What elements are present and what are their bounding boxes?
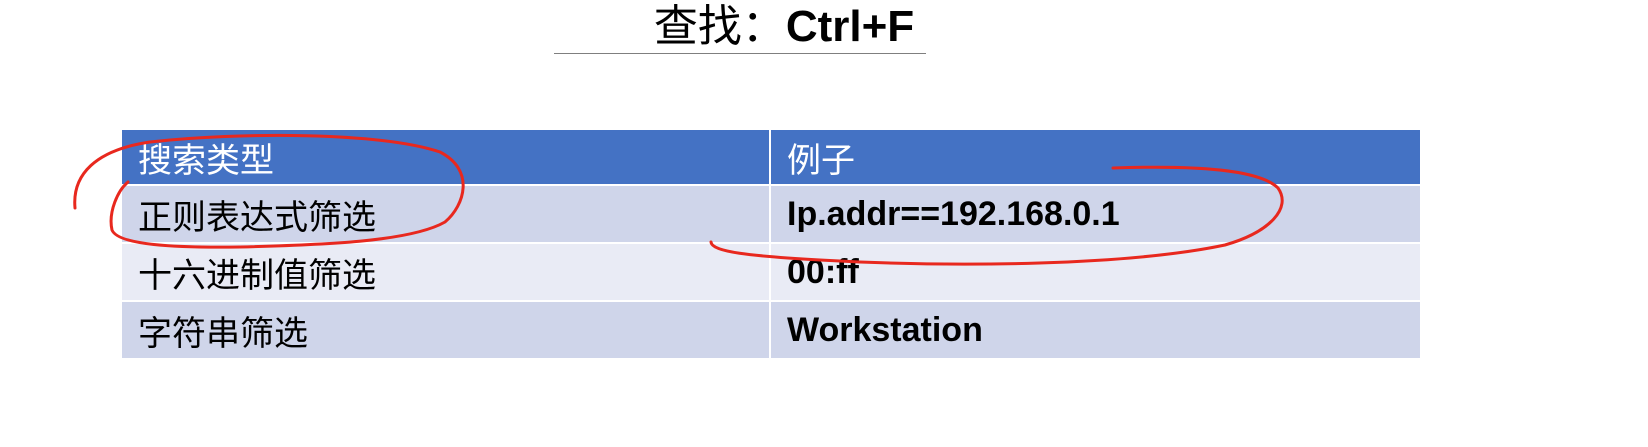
title-underline — [554, 53, 926, 54]
row-example-regex: Ip.addr==192.168.0.1 — [770, 185, 1420, 244]
table-row: 字符串筛选 Workstation — [122, 301, 1420, 360]
row-type-string: 字符串筛选 — [122, 301, 771, 360]
page-title: 查找：Ctrl+F — [0, 0, 1568, 54]
table-row: 正则表达式筛选 Ip.addr==192.168.0.1 — [122, 185, 1420, 244]
row-example-string: Workstation — [770, 301, 1420, 360]
row-type-hex: 十六进制值筛选 — [122, 243, 771, 302]
table-header-row: 搜索类型 例子 — [122, 130, 1420, 186]
row-example-hex: 00:ff — [770, 243, 1420, 302]
title-label: 查找： — [653, 1, 786, 52]
row-type-regex: 正则表达式筛选 — [122, 185, 771, 244]
title-shortcut: Ctrl+F — [785, 2, 915, 51]
search-types-table: 搜索类型 例子 正则表达式筛选 Ip.addr==192.168.0.1 十六进… — [122, 130, 1420, 360]
table-row: 十六进制值筛选 00:ff — [122, 243, 1420, 302]
header-search-type: 搜索类型 — [122, 130, 771, 186]
header-example: 例子 — [770, 130, 1420, 186]
